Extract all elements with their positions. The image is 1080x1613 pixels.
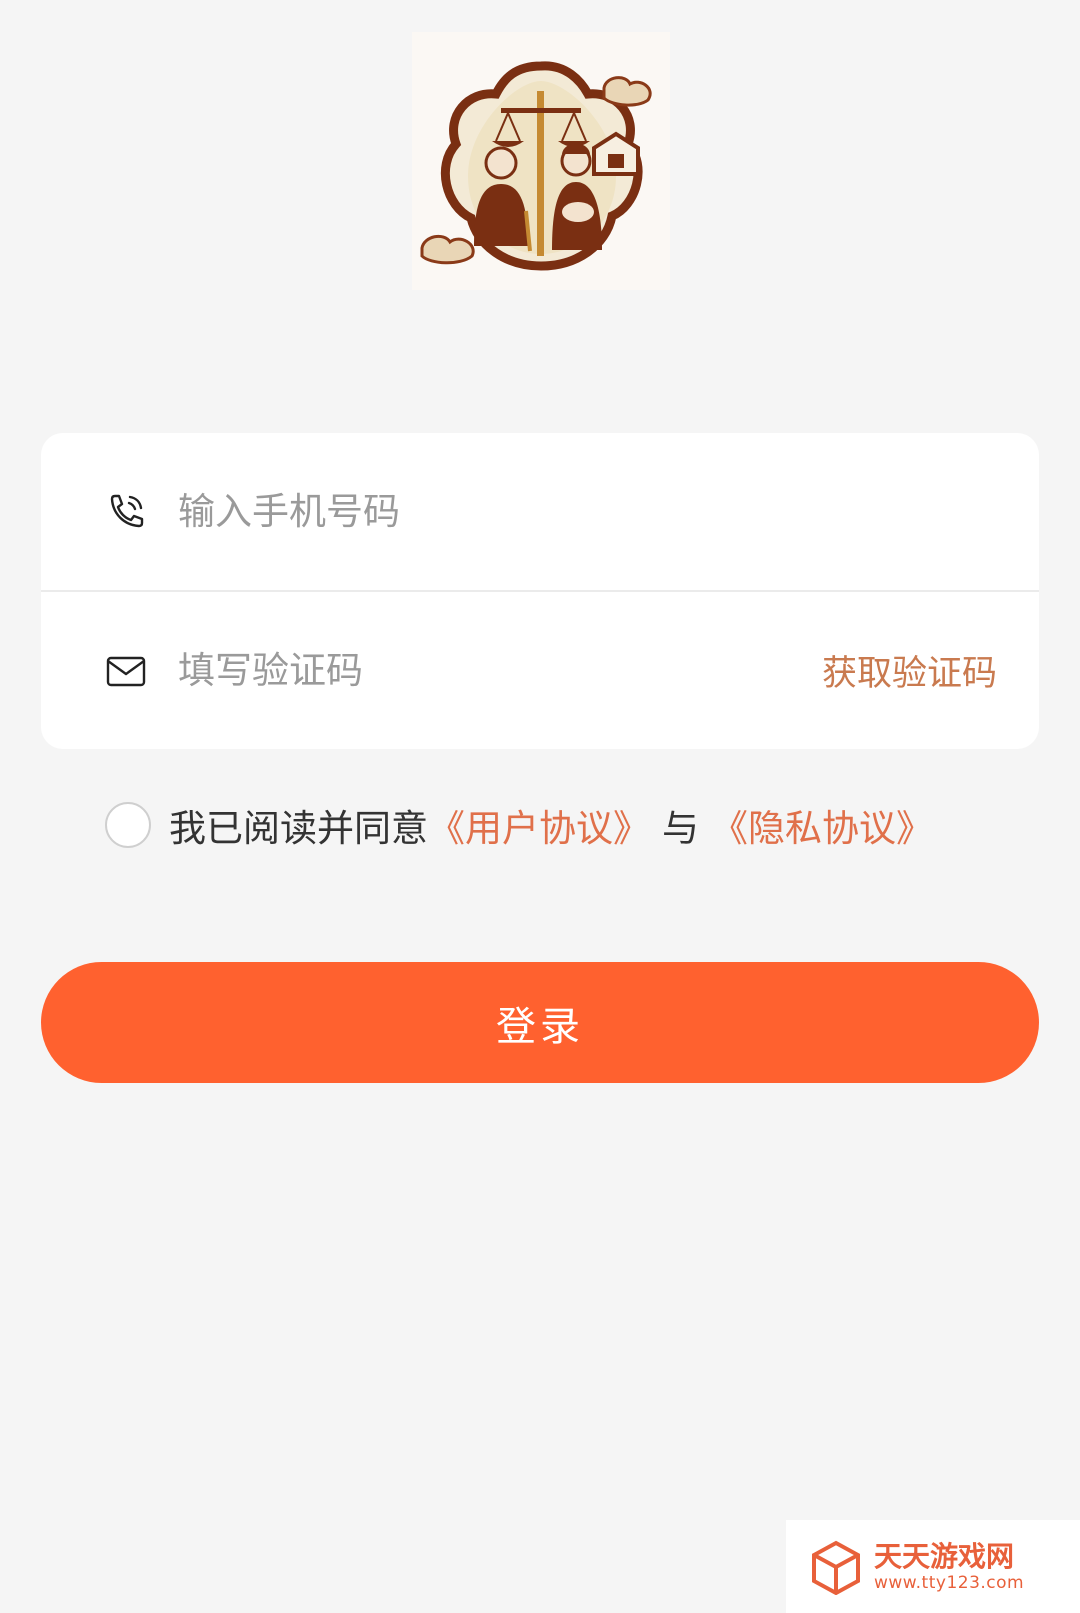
agreement-row: 我已阅读并同意 《用户协议》 与 《隐私协议》 <box>105 800 933 850</box>
login-form-card: 获取验证码 <box>41 433 1039 749</box>
login-button[interactable]: 登录 <box>41 962 1039 1083</box>
agreement-prefix: 我已阅读并同意 <box>169 807 428 850</box>
phone-row <box>41 433 1039 592</box>
verification-code-input[interactable] <box>178 649 822 692</box>
site-watermark: 天天游戏网 www.tty123.com <box>786 1520 1080 1613</box>
user-agreement-link[interactable]: 《用户协议》 <box>428 798 650 852</box>
watermark-url: www.tty123.com <box>874 1572 1025 1593</box>
cube-logo-icon <box>812 1540 860 1595</box>
code-row: 获取验证码 <box>41 592 1039 749</box>
agreement-checkbox[interactable] <box>105 802 151 848</box>
privacy-agreement-link[interactable]: 《隐私协议》 <box>711 798 933 852</box>
watermark-title: 天天游戏网 <box>874 1539 1015 1573</box>
family-law-scale-logo <box>420 61 652 271</box>
agreement-connector: 与 <box>662 807 699 850</box>
phone-icon <box>104 490 148 534</box>
phone-input[interactable] <box>178 490 1039 533</box>
get-code-button[interactable]: 获取验证码 <box>822 645 997 696</box>
mail-icon <box>104 649 148 693</box>
app-logo <box>412 32 670 290</box>
